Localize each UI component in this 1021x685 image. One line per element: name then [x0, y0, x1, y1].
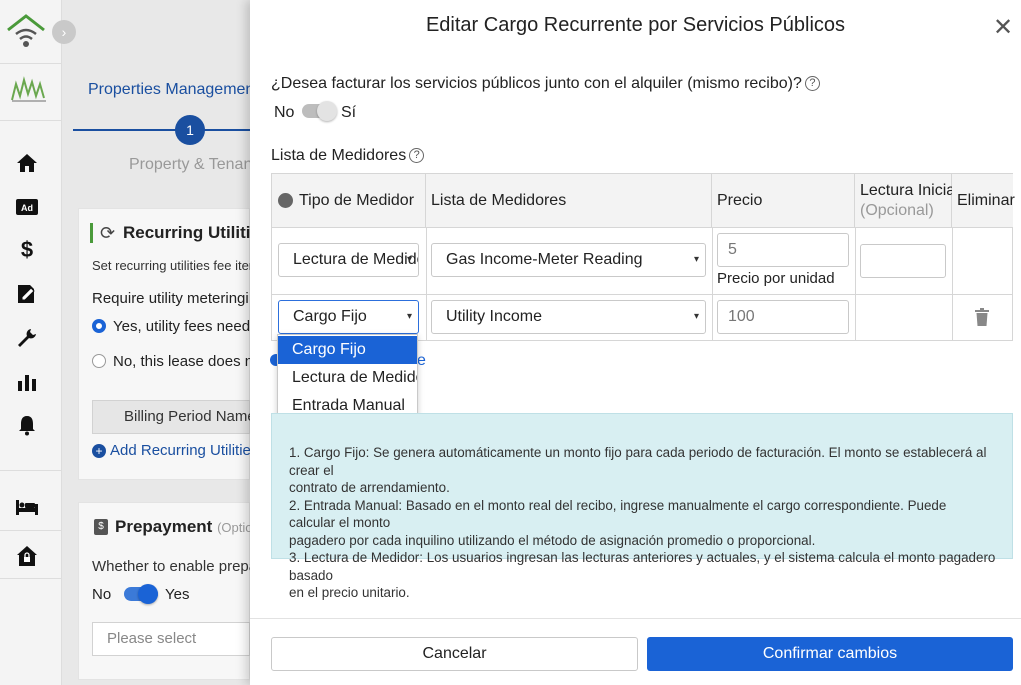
card-accent-bar [90, 223, 93, 243]
toggle-no-label: No [274, 104, 295, 121]
home-lock-icon[interactable] [14, 543, 40, 569]
metering-question: Require utility meteringi [92, 290, 249, 307]
prepayment-toggle-no: No [92, 586, 112, 603]
stepper-step-number: 1 [186, 122, 194, 138]
footer-divider [250, 618, 1021, 619]
row1-meter-list-value: Gas Income-Meter Reading [446, 251, 643, 268]
toggle-yes-label: Sí [341, 104, 357, 121]
info-line: 1. Cargo Fijo: Se genera automáticamente… [289, 445, 987, 478]
collapse-sidebar-button[interactable]: › [52, 20, 76, 44]
add-recurring-utilities-link[interactable]: Add Recurring Utilities [110, 442, 258, 459]
option-no-label: No, this lease does no [113, 353, 262, 370]
prepayment-question: Whether to enable prepa [92, 558, 258, 575]
row2-price-input[interactable]: 100 [717, 300, 849, 334]
chevron-down-icon: ▾ [406, 254, 412, 265]
stepper-step-circle: 1 [175, 115, 205, 145]
meter-list-label: Lista de Medidores? [271, 147, 425, 165]
header-meter-list: Lista de Medidores [426, 174, 712, 228]
prepayment-select-placeholder: Please select [107, 630, 197, 647]
bell-icon[interactable] [14, 412, 40, 438]
meter-table: Tipo de Medidor Lista de Medidores Preci… [271, 173, 1015, 341]
close-icon[interactable]: ✕ [991, 16, 1015, 40]
header-initial-reading-text: Lectura Inicial [860, 181, 959, 199]
row1-initial-reading-input[interactable] [860, 244, 946, 278]
sidebar: Ad $ [0, 0, 62, 685]
header-delete: Eliminar [952, 174, 1015, 228]
row1-price-input[interactable]: 5 [717, 233, 849, 267]
stepper-step-label: Property & Tenan [129, 156, 253, 173]
info-line: 2. Entrada Manual: Basado en el monto re… [289, 497, 947, 531]
info-line: pagadero por cada inquilino utilizando e… [289, 532, 816, 548]
header-meter-type: Tipo de Medidor [272, 174, 426, 228]
edit-recurring-charge-modal: Editar Cargo Recurrente por Servicios Pú… [250, 0, 1021, 685]
chevron-right-icon: › [61, 24, 67, 40]
recurring-card-title: Recurring Utilitie [123, 223, 260, 242]
row1-meter-type-value: Lectura de Medidor [293, 251, 419, 268]
row2-meter-list-value: Utility Income [446, 308, 543, 325]
bar-chart-icon[interactable] [14, 369, 40, 395]
modal-title: Editar Cargo Recurrente por Servicios Pú… [425, 14, 846, 36]
row1-meter-list-select[interactable]: Gas Income-Meter Reading ▾ [431, 243, 706, 277]
recurring-utilities-card [78, 208, 250, 480]
row1-price-note: Precio por unidad [717, 270, 835, 287]
prepayment-title-text: Prepayment [115, 517, 213, 536]
company-logo [10, 74, 48, 104]
bed-icon[interactable] [14, 494, 40, 520]
row2-meter-type-select[interactable]: Cargo Fijo ▾ [278, 300, 419, 334]
radio-yes[interactable] [92, 319, 106, 333]
prepayment-title: Prepayment (Option [115, 517, 260, 537]
radio-no[interactable] [92, 354, 106, 368]
dropdown-option-fixed-charge[interactable]: Cargo Fijo [278, 336, 417, 364]
dollar-icon[interactable]: $ [14, 237, 40, 263]
header-price: Precio [712, 174, 855, 228]
confirm-button[interactable]: Confirmar cambios [647, 637, 1013, 671]
billing-period-label: Billing Period Name [124, 408, 256, 425]
dropdown-option-meter-reading[interactable]: Lectura de Medidor [278, 364, 417, 392]
brand-logo [6, 12, 46, 50]
same-receipt-toggle[interactable] [302, 101, 337, 121]
help-icon[interactable]: ? [409, 148, 425, 163]
ad-icon[interactable]: Ad [14, 194, 40, 220]
add-circle-icon: + [92, 444, 106, 458]
stepper-line [73, 129, 253, 131]
option-yes-label: Yes, utility fees need t [113, 318, 259, 335]
meter-type-dropdown: Cargo Fijo Lectura de Medidor Entrada Ma… [277, 334, 418, 420]
row2-meter-list-select[interactable]: Utility Income ▾ [431, 300, 706, 334]
info-line: 3. Lectura de Medidor: Los usuarios ingr… [289, 550, 996, 583]
meter-type-icon [278, 193, 293, 208]
hidden-text-fragment: e [417, 352, 426, 369]
help-icon[interactable]: ? [804, 76, 820, 91]
prepayment-toggle-yes: Yes [165, 586, 190, 603]
header-meter-type-text: Tipo de Medidor [299, 191, 415, 209]
row2-meter-type-value: Cargo Fijo [293, 308, 367, 325]
info-line: contrato de arrendamiento. [289, 480, 450, 495]
document-edit-icon[interactable] [14, 281, 40, 307]
billing-question-text: ¿Desea facturar los servicios públicos j… [271, 75, 802, 92]
meter-list-label-text: Lista de Medidores [271, 147, 407, 164]
chevron-down-icon: ▾ [693, 311, 699, 322]
home-icon[interactable] [14, 150, 40, 176]
refresh-icon: ⟳ [100, 223, 116, 243]
prepayment-toggle[interactable] [124, 584, 158, 604]
wrench-icon[interactable] [14, 325, 40, 351]
info-line: en el precio unitario. [289, 585, 410, 600]
prepayment-icon: $ [94, 519, 108, 535]
billing-question: ¿Desea facturar los servicios públicos j… [271, 75, 820, 93]
trash-icon[interactable] [974, 308, 990, 326]
chevron-down-icon: ▾ [406, 311, 412, 322]
top-nav-title[interactable]: Properties Management | [88, 81, 267, 99]
header-initial-reading: Lectura Inicial (Opcional) [855, 174, 959, 228]
info-box: 1. Cargo Fijo: Se genera automáticamente… [271, 413, 1013, 600]
svg-text:Ad: Ad [21, 203, 33, 213]
row1-meter-type-select[interactable]: Lectura de Medidor ▾ [278, 243, 419, 277]
recurring-card-description: Set recurring utilities fee iter [92, 258, 254, 273]
cancel-button[interactable]: Cancelar [271, 637, 638, 671]
header-initial-reading-note: (Opcional) [860, 201, 934, 219]
chevron-down-icon: ▾ [693, 254, 699, 265]
